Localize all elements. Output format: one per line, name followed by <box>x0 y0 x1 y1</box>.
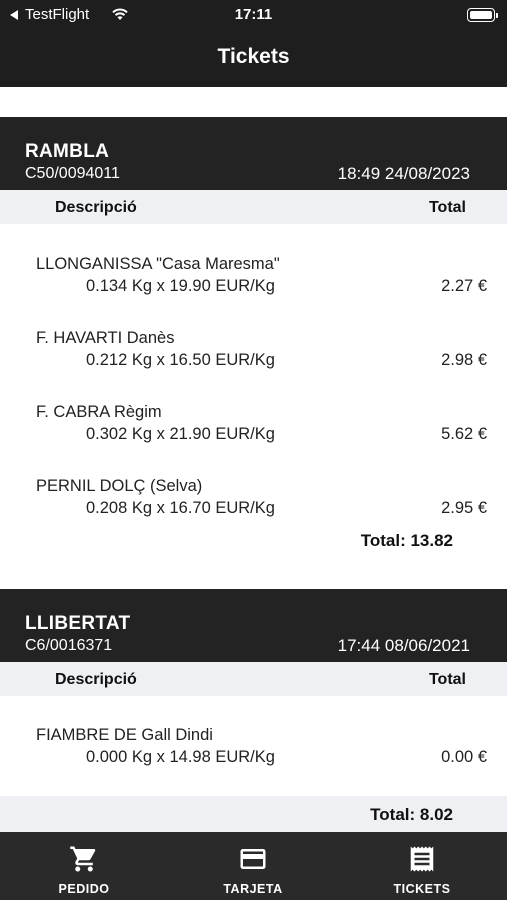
status-time: 17:11 <box>234 6 273 23</box>
ticket-total: Total: 13.82 <box>360 531 453 550</box>
card-icon <box>240 849 266 869</box>
ticket-header: LLIBERTAT C6/0016371 17:44 08/06/2021 <box>0 589 507 663</box>
ticket-total: Total: 8.02 <box>370 805 453 824</box>
ticket-code: C6/0016371 <box>25 637 113 654</box>
col-total: Total <box>428 199 466 216</box>
item-name: F. CABRA Règim <box>36 403 162 421</box>
item-name: FIAMBRE DE Gall Dindi <box>36 726 213 744</box>
ticket-datetime: 18:49 24/08/2023 <box>337 164 470 183</box>
receipt-icon <box>410 846 434 872</box>
tab-label: PEDIDO <box>58 882 110 896</box>
ticket-header: RAMBLA C50/0094011 18:49 24/08/2023 <box>0 117 507 191</box>
col-description: Descripció <box>55 671 137 688</box>
tab-tarjeta[interactable]: TARJETA <box>188 832 318 900</box>
col-total: Total <box>428 671 466 688</box>
status-bar: TestFlight 17:11 <box>0 0 507 30</box>
item-qty: 0.302 Kg x 21.90 EUR/Kg <box>86 425 275 443</box>
cart-icon <box>70 846 96 872</box>
store-name: LLIBERTAT <box>25 613 131 634</box>
tab-label: TARJETA <box>223 882 283 896</box>
ticket-line: F. CABRA Règim 0.302 Kg x 21.90 EUR/Kg 5… <box>0 403 507 453</box>
item-qty: 0.212 Kg x 16.50 EUR/Kg <box>86 351 275 369</box>
item-amount: 5.62 € <box>441 425 487 443</box>
tab-bar: PEDIDO TARJETA TICKETS <box>0 832 507 900</box>
tab-label: TICKETS <box>393 882 451 896</box>
ticket-line: FIAMBRE DE Gall Dindi 0.000 Kg x 14.98 E… <box>0 726 507 776</box>
column-header: Descripció Total <box>0 662 507 696</box>
battery-icon <box>467 8 498 22</box>
item-amount: 2.98 € <box>441 351 487 369</box>
item-amount: 2.27 € <box>441 277 487 295</box>
ticket-line: PERNIL DOLÇ (Selva) 0.208 Kg x 16.70 EUR… <box>0 477 507 527</box>
store-name: RAMBLA <box>25 141 110 162</box>
item-name: F. HAVARTI Danès <box>36 329 175 347</box>
ticket-line: LLONGANISSA "Casa Maresma" 0.134 Kg x 19… <box>0 255 507 305</box>
item-qty: 0.134 Kg x 19.90 EUR/Kg <box>86 277 275 295</box>
item-name: LLONGANISSA "Casa Maresma" <box>36 255 280 273</box>
item-amount: 0.00 € <box>441 748 487 766</box>
col-description: Descripció <box>55 199 137 216</box>
item-qty: 0.208 Kg x 16.70 EUR/Kg <box>86 499 275 517</box>
page-title: Tickets <box>217 45 290 68</box>
ticket-line: F. HAVARTI Danès 0.212 Kg x 16.50 EUR/Kg… <box>0 329 507 379</box>
ticket-code: C50/0094011 <box>25 165 120 182</box>
item-amount: 2.95 € <box>441 499 487 517</box>
column-header: Descripció Total <box>0 190 507 224</box>
ticket-datetime: 17:44 08/06/2021 <box>337 636 470 655</box>
item-name: PERNIL DOLÇ (Selva) <box>36 477 203 495</box>
tab-pedido[interactable]: PEDIDO <box>19 832 149 900</box>
top-bar: TestFlight 17:11 Tickets <box>0 0 507 87</box>
item-qty: 0.000 Kg x 14.98 EUR/Kg <box>86 748 275 766</box>
tab-tickets[interactable]: TICKETS <box>357 832 487 900</box>
